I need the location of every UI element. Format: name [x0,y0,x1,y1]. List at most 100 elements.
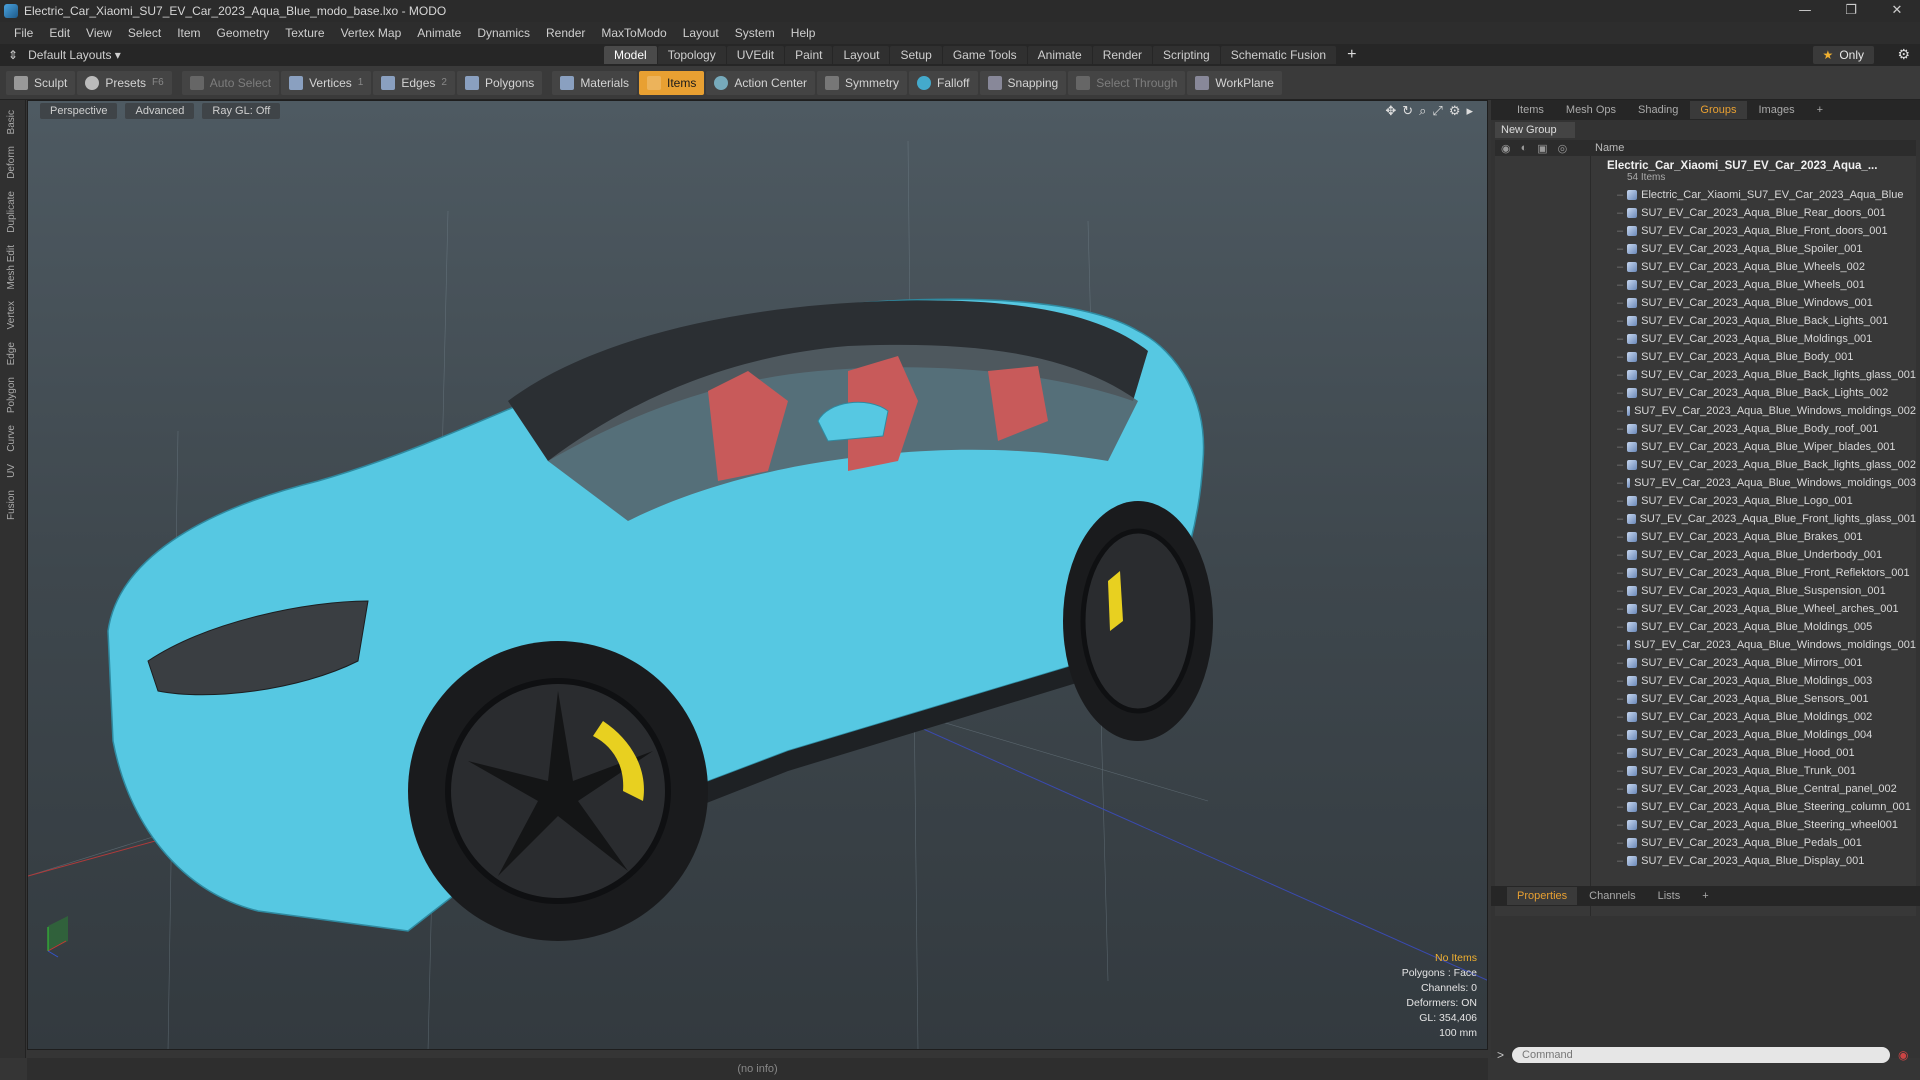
menu-render[interactable]: Render [538,26,593,40]
list-item[interactable]: – SU7_EV_Car_2023_Aqua_Blue_Body_roof_001 [1495,420,1916,438]
select-through-button[interactable]: Select Through [1068,70,1186,95]
add-props-tab-icon[interactable]: + [1692,887,1718,905]
tab-game-tools[interactable]: Game Tools [942,46,1027,64]
panel-tab-mesh-ops[interactable]: Mesh Ops [1556,101,1626,119]
fit-icon[interactable]: ⤢ [1432,104,1442,119]
list-item[interactable]: – SU7_EV_Car_2023_Aqua_Blue_Brakes_001 [1495,528,1916,546]
group-list[interactable]: Electric_Car_Xiaomi_SU7_EV_Car_2023_Aqua… [1495,156,1916,916]
presets-button[interactable]: Presets F6 [77,70,172,95]
layout-toggle-icon[interactable]: ⇕ [8,48,18,62]
falloff-button[interactable]: Falloff [909,70,978,95]
panel-tab-items[interactable]: Items [1507,101,1554,119]
list-item[interactable]: – SU7_EV_Car_2023_Aqua_Blue_Wheels_001 [1495,276,1916,294]
list-item[interactable]: – SU7_EV_Car_2023_Aqua_Blue_Moldings_004 [1495,726,1916,744]
list-item[interactable]: – SU7_EV_Car_2023_Aqua_Blue_Body_001 [1495,348,1916,366]
add-tab-icon[interactable]: + [1337,46,1366,64]
left-tab-vertex[interactable]: Vertex [6,297,17,333]
list-item[interactable]: – SU7_EV_Car_2023_Aqua_Blue_Pedals_001 [1495,834,1916,852]
tab-topology[interactable]: Topology [657,46,726,64]
menu-geometry[interactable]: Geometry [209,26,278,40]
close-icon[interactable]: ✕ [1874,0,1920,22]
snapping-button[interactable]: Snapping [979,70,1067,95]
command-record-icon[interactable]: ◉ [1898,1048,1908,1062]
list-item[interactable]: – SU7_EV_Car_2023_Aqua_Blue_Steering_whee… [1495,816,1916,834]
restore-icon[interactable]: ❐ [1828,0,1874,22]
tab-paint[interactable]: Paint [785,46,833,64]
new-group-button[interactable]: New Group [1495,122,1575,138]
panel-tab-groups[interactable]: Groups [1690,101,1747,119]
props-tab-lists[interactable]: Lists [1648,887,1691,905]
menu-help[interactable]: Help [783,26,824,40]
list-item[interactable]: – SU7_EV_Car_2023_Aqua_Blue_Windows_moldi… [1495,636,1916,654]
menu-texture[interactable]: Texture [277,26,332,40]
group-row[interactable]: Electric_Car_Xiaomi_SU7_EV_Car_2023_Aqua… [1495,156,1916,186]
list-item[interactable]: – Electric_Car_Xiaomi_SU7_EV_Car_2023_Aqu… [1495,186,1916,204]
list-item[interactable]: – SU7_EV_Car_2023_Aqua_Blue_Sensors_001 [1495,690,1916,708]
list-item[interactable]: – SU7_EV_Car_2023_Aqua_Blue_Front_Reflekt… [1495,564,1916,582]
items-button[interactable]: Items [639,70,705,95]
menu-edit[interactable]: Edit [41,26,78,40]
tab-setup[interactable]: Setup [890,46,942,64]
tab-scripting[interactable]: Scripting [1153,46,1220,64]
default-layouts-dropdown[interactable]: Default Layouts ▾ [28,48,121,62]
list-item[interactable]: – SU7_EV_Car_2023_Aqua_Blue_Back_lights_g… [1495,366,1916,384]
menu-file[interactable]: File [6,26,41,40]
menu-view[interactable]: View [78,26,120,40]
tab-model[interactable]: Model [604,46,657,64]
render-col-icon[interactable]: ◐ [1521,142,1528,155]
list-item[interactable]: – SU7_EV_Car_2023_Aqua_Blue_Display_001 [1495,852,1916,870]
add-panel-tab-icon[interactable]: + [1807,101,1833,119]
menu-dynamics[interactable]: Dynamics [469,26,538,40]
list-item[interactable]: – SU7_EV_Car_2023_Aqua_Blue_Moldings_003 [1495,672,1916,690]
minimize-icon[interactable]: — [1782,0,1828,22]
left-tab-polygon[interactable]: Polygon [6,373,17,417]
left-tab-duplicate[interactable]: Duplicate [6,187,17,237]
list-item[interactable]: – SU7_EV_Car_2023_Aqua_Blue_Moldings_002 [1495,708,1916,726]
raygl-button[interactable]: Ray GL: Off [202,103,281,119]
menu-system[interactable]: System [727,26,783,40]
list-item[interactable]: – SU7_EV_Car_2023_Aqua_Blue_Front_doors_0… [1495,222,1916,240]
polygons-button[interactable]: Polygons [456,70,543,95]
menu-item[interactable]: Item [169,26,208,40]
viewport-menu-icon[interactable]: ▸ [1466,104,1473,119]
left-tab-mesh-edit[interactable]: Mesh Edit [6,241,17,293]
list-item[interactable]: – SU7_EV_Car_2023_Aqua_Blue_Mirrors_001 [1495,654,1916,672]
left-tab-fusion[interactable]: Fusion [6,486,17,524]
pan-icon[interactable]: ✥ [1385,104,1396,119]
panel-tab-images[interactable]: Images [1749,101,1805,119]
left-tab-deform[interactable]: Deform [6,142,17,183]
vertices-button[interactable]: Vertices 1 [281,70,372,95]
tab-layout[interactable]: Layout [833,46,890,64]
lock-col-icon[interactable]: ▣ [1537,142,1547,155]
list-item[interactable]: – SU7_EV_Car_2023_Aqua_Blue_Underbody_001 [1495,546,1916,564]
list-item[interactable]: – SU7_EV_Car_2023_Aqua_Blue_Rear_doors_00… [1495,204,1916,222]
name-column-header[interactable]: Name [1595,142,1624,154]
tab-schematic-fusion[interactable]: Schematic Fusion [1220,46,1337,64]
left-tab-basic[interactable]: Basic [6,106,17,138]
props-tab-channels[interactable]: Channels [1579,887,1645,905]
viewport-settings-icon[interactable]: ⚙ [1449,104,1461,119]
list-item[interactable]: – SU7_EV_Car_2023_Aqua_Blue_Trunk_001 [1495,762,1916,780]
menu-select[interactable]: Select [120,26,169,40]
materials-button[interactable]: Materials [552,70,637,95]
list-item[interactable]: – SU7_EV_Car_2023_Aqua_Blue_Back_Lights_0… [1495,312,1916,330]
tab-uvedit[interactable]: UVEdit [726,46,785,64]
3d-viewport[interactable]: Perspective Advanced Ray GL: Off ✥ ↻ ⌕ ⤢… [27,100,1488,1050]
symmetry-button[interactable]: Symmetry [817,70,908,95]
list-item[interactable]: – SU7_EV_Car_2023_Aqua_Blue_Suspension_00… [1495,582,1916,600]
rotate-icon[interactable]: ↻ [1402,104,1413,119]
select-col-icon[interactable]: ◎ [1558,142,1568,155]
gear-icon[interactable]: ⚙ [1897,46,1910,63]
zoom-icon[interactable]: ⌕ [1419,104,1426,119]
list-item[interactable]: – SU7_EV_Car_2023_Aqua_Blue_Logo_001 [1495,492,1916,510]
list-item[interactable]: – SU7_EV_Car_2023_Aqua_Blue_Wheel_arches_… [1495,600,1916,618]
list-item[interactable]: – SU7_EV_Car_2023_Aqua_Blue_Wiper_blades_… [1495,438,1916,456]
list-item[interactable]: – SU7_EV_Car_2023_Aqua_Blue_Windows_moldi… [1495,402,1916,420]
list-item[interactable]: – SU7_EV_Car_2023_Aqua_Blue_Steering_colu… [1495,798,1916,816]
menu-maxtomodo[interactable]: MaxToModo [593,26,674,40]
sculpt-button[interactable]: Sculpt [6,70,76,95]
shading-mode-button[interactable]: Advanced [125,103,195,119]
only-button[interactable]: ★ Only [1812,46,1874,64]
menu-layout[interactable]: Layout [675,26,727,40]
list-item[interactable]: – SU7_EV_Car_2023_Aqua_Blue_Hood_001 [1495,744,1916,762]
